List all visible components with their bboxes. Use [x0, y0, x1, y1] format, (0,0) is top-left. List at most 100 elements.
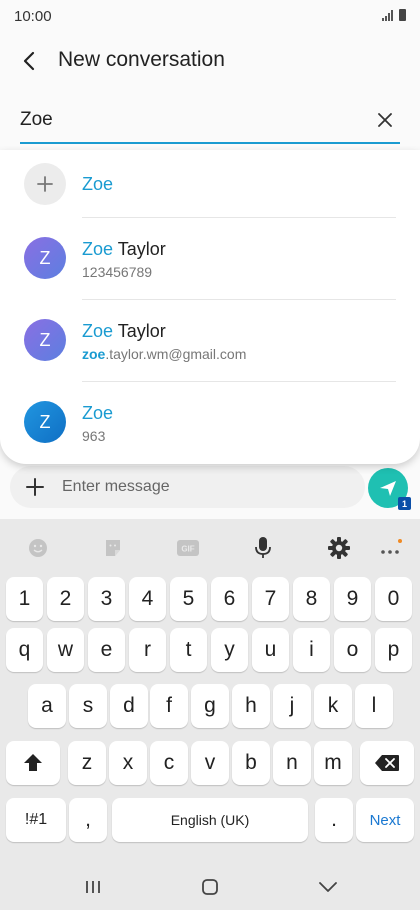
key[interactable]: 6	[211, 577, 248, 621]
suggestion-detail: zoe.taylor.wm@gmail.com	[82, 346, 246, 362]
avatar: Z	[24, 319, 66, 361]
keyboard-row-bottom: !#1 , English (UK) . Next	[0, 798, 420, 842]
period-key[interactable]: .	[315, 798, 353, 842]
suggestion-text: Zoe 963	[82, 403, 113, 444]
home-button[interactable]	[192, 872, 228, 902]
emoji-icon[interactable]	[23, 533, 53, 563]
key[interactable]: z	[68, 741, 106, 785]
name-match: Zoe	[82, 239, 114, 259]
key[interactable]: i	[293, 628, 330, 672]
key[interactable]: 4	[129, 577, 166, 621]
keyboard-toolbar: GIF	[0, 519, 420, 577]
key[interactable]: y	[211, 628, 248, 672]
contact-suggestion[interactable]: Z Zoe Taylor zoe.taylor.wm@gmail.com	[0, 300, 420, 382]
key[interactable]: 5	[170, 577, 207, 621]
key[interactable]: f	[150, 684, 188, 728]
name-match: Zoe	[82, 403, 114, 423]
comma-key[interactable]: ,	[69, 798, 107, 842]
app-header: New conversation	[0, 40, 420, 82]
key[interactable]: k	[314, 684, 352, 728]
key[interactable]: u	[252, 628, 289, 672]
detail-rest: 963	[82, 428, 106, 444]
next-key[interactable]: Next	[356, 798, 414, 842]
contact-suggestions: Zoe Z Zoe Taylor 123456789 Z Zoe Taylor …	[0, 150, 420, 464]
key[interactable]: 9	[334, 577, 371, 621]
compose-bar: 1	[10, 466, 412, 510]
chevron-down-icon	[319, 882, 337, 892]
name-match: Zoe	[82, 174, 114, 194]
back-button[interactable]	[14, 46, 44, 76]
symbols-key[interactable]: !#1	[6, 798, 66, 842]
key[interactable]: 2	[47, 577, 84, 621]
key[interactable]: j	[273, 684, 311, 728]
key[interactable]: w	[47, 628, 84, 672]
clear-button[interactable]	[372, 107, 398, 133]
send-button[interactable]: 1	[368, 468, 411, 510]
keyboard: GIF 1 2 3 4 5 6 7 8 9 0 q w e r t y u i …	[0, 519, 420, 910]
key[interactable]: q	[6, 628, 43, 672]
suggestion-detail: 123456789	[82, 264, 166, 280]
recipient-field	[20, 100, 400, 144]
status-bar: 10:00	[0, 0, 420, 32]
navigation-bar	[0, 866, 420, 906]
avatar: Z	[24, 237, 66, 279]
gif-label: GIF	[181, 545, 194, 554]
detail-match: zoe	[82, 346, 106, 362]
key[interactable]: 8	[293, 577, 330, 621]
key[interactable]: e	[88, 628, 125, 672]
name-match: Zoe	[82, 321, 114, 341]
hide-keyboard-button[interactable]	[310, 872, 346, 902]
key[interactable]: 1	[6, 577, 43, 621]
back-arrow-icon	[23, 51, 35, 71]
key[interactable]: n	[273, 741, 311, 785]
key[interactable]: s	[69, 684, 107, 728]
key[interactable]: 0	[375, 577, 412, 621]
recipient-input[interactable]	[20, 106, 350, 134]
message-field	[10, 466, 365, 508]
page-title: New conversation	[58, 48, 225, 71]
suggestion-name: Zoe Taylor	[82, 321, 246, 342]
status-time: 10:00	[14, 8, 52, 25]
keyboard-row-q: q w e r t y u i o p	[0, 628, 420, 672]
contact-suggestion[interactable]: Z Zoe Taylor 123456789	[0, 218, 420, 300]
key[interactable]: r	[129, 628, 166, 672]
backspace-key[interactable]	[360, 741, 414, 785]
contact-suggestion[interactable]: Z Zoe 963	[0, 382, 420, 464]
key[interactable]: x	[109, 741, 147, 785]
sticker-icon[interactable]	[98, 533, 128, 563]
space-key[interactable]: English (UK)	[112, 798, 308, 842]
shift-key[interactable]	[6, 741, 60, 785]
key[interactable]: b	[232, 741, 270, 785]
gif-icon[interactable]: GIF	[173, 533, 203, 563]
key[interactable]: m	[314, 741, 352, 785]
key[interactable]: t	[170, 628, 207, 672]
key[interactable]: 3	[88, 577, 125, 621]
key[interactable]: 7	[252, 577, 289, 621]
keyboard-row-z: z x c v b n m	[0, 741, 420, 785]
key[interactable]: p	[375, 628, 412, 672]
key[interactable]: c	[150, 741, 188, 785]
suggestion-text: Zoe Taylor zoe.taylor.wm@gmail.com	[82, 321, 246, 362]
shift-icon	[24, 754, 42, 771]
key[interactable]: d	[110, 684, 148, 728]
recent-apps-button[interactable]	[75, 872, 111, 902]
microphone-icon[interactable]	[248, 533, 278, 563]
keyboard-row-a: a s d f g h j k l	[0, 684, 420, 728]
home-icon	[202, 879, 218, 895]
message-input[interactable]	[62, 476, 352, 498]
key[interactable]: l	[355, 684, 393, 728]
status-icons	[382, 9, 406, 21]
suggestion-text: Zoe	[82, 174, 113, 195]
settings-icon[interactable]	[324, 533, 354, 563]
more-icon[interactable]	[376, 533, 406, 563]
signal-icon	[382, 10, 393, 21]
key[interactable]: h	[232, 684, 270, 728]
keyboard-row-numbers: 1 2 3 4 5 6 7 8 9 0	[0, 577, 420, 621]
detail-rest: .taylor.wm@gmail.com	[105, 346, 247, 362]
attach-button[interactable]	[22, 474, 48, 500]
key[interactable]: g	[191, 684, 229, 728]
key[interactable]: a	[28, 684, 66, 728]
key[interactable]: o	[334, 628, 371, 672]
key[interactable]: v	[191, 741, 229, 785]
recent-apps-icon	[86, 881, 100, 893]
